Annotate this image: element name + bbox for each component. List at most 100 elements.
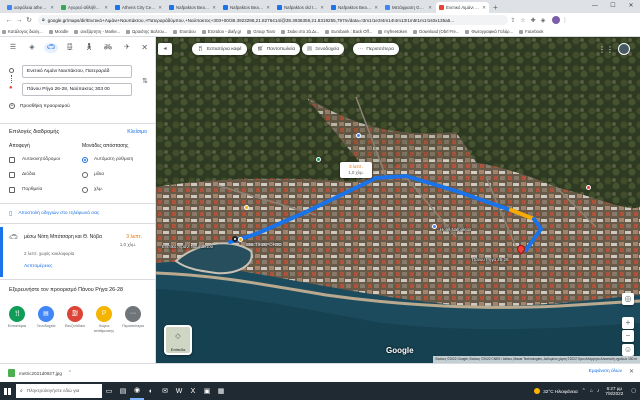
map-canvas[interactable]: ◂ 🍴︎ Εστιατόρια καφέ 🛒︎ Παντοπωλεία ▤ Ξενοδοχ… xyxy=(156,37,640,363)
flight-mode-icon[interactable]: ✈ xyxy=(120,43,134,53)
url-input[interactable]: 🔒︎ google.gr/maps/dir/Ενετικό+Λιμάνι+Ναυ… xyxy=(38,15,508,25)
bookmark-star-icon[interactable]: ☆ xyxy=(518,17,528,24)
word-icon[interactable]: W xyxy=(172,382,186,400)
bookmark-item[interactable]: Ετοιτάου xyxy=(173,29,196,34)
explore-category-fuel[interactable]: ⛽︎ Βενζινάδικα xyxy=(62,306,88,329)
close-tab-icon[interactable]: ✕ xyxy=(104,5,108,11)
maximize-icon[interactable]: ☐ xyxy=(604,0,622,13)
browser-tab[interactable]: Athens City Center ✕ xyxy=(112,2,165,13)
back-icon[interactable]: ← xyxy=(4,17,14,24)
map-chip-more[interactable]: ⋯ Περισσότερα xyxy=(353,43,399,55)
share-icon[interactable]: ⇪ xyxy=(508,17,518,24)
close-icon[interactable]: ✕ xyxy=(141,43,148,52)
collapse-panel-button[interactable]: ◂ xyxy=(158,43,172,55)
bookmark-item[interactable]: Ετοιτάου - diafy.gr xyxy=(201,29,241,34)
browser-menu-icon[interactable]: ⋮ xyxy=(560,17,570,24)
close-tab-icon[interactable]: ✕ xyxy=(428,5,432,11)
destination-map-label[interactable]: Πάνου Ρήγα 26-28 xyxy=(472,257,509,262)
browser-tab[interactable]: Nafpaktos Beach lo✕ xyxy=(166,2,219,13)
avoid-highways-checkbox[interactable] xyxy=(9,157,15,163)
mail-icon[interactable]: ✉ xyxy=(158,382,172,400)
origin-map-label[interactable]: Ενετικό Λιμάνι Ναυπάκτου xyxy=(162,244,213,249)
bookmark-item[interactable]: Facebook xyxy=(519,29,543,34)
close-tab-icon[interactable]: ✕ xyxy=(266,5,270,11)
profile-avatar[interactable] xyxy=(552,16,560,24)
google-apps-icon[interactable]: ⋮⋮ xyxy=(598,45,614,54)
walk-mode-icon[interactable]: 🚶︎ xyxy=(82,43,96,53)
best-mode-icon[interactable]: ◈ xyxy=(25,43,39,53)
transit-mode-icon[interactable]: 🚆︎ xyxy=(63,43,77,53)
hotel-map-label[interactable]: Hotel Nafpaktos xyxy=(440,227,471,232)
street-view-pegman-icon[interactable]: ☺ xyxy=(622,344,634,356)
close-tab-icon[interactable]: ✕ xyxy=(374,5,378,11)
units-km-radio[interactable] xyxy=(82,187,88,193)
browser-tab[interactable]: Ενετικό Λιμάνι Ναυπ✕ xyxy=(436,2,489,13)
bookmark-item[interactable]: Σκάκι στο 2ά.Δι... xyxy=(281,29,319,34)
origin-input[interactable]: Ενετικό Λιμάνι Ναυπάκτου, Πατεραράδ xyxy=(22,65,132,78)
chevron-up-icon[interactable]: ⌃ xyxy=(582,388,586,394)
explore-category-fork-knife[interactable]: 🍴︎ Εστιατόρια xyxy=(4,306,30,329)
browser-tab[interactable]: Nafpaktos Beach lo✕ xyxy=(220,2,273,13)
reload-icon[interactable]: ↻ xyxy=(24,16,34,24)
bookmark-item[interactable]: Group Tiaro xyxy=(247,29,275,34)
close-tab-icon[interactable]: ✕ xyxy=(482,5,486,11)
avoid-tolls-checkbox[interactable] xyxy=(9,172,15,178)
browser-tab[interactable]: Nafpaktos Beach lo✕ xyxy=(328,2,381,13)
task-view-icon[interactable]: ▭ xyxy=(102,382,116,400)
close-tab-icon[interactable]: ✕ xyxy=(158,5,162,11)
forward-icon[interactable]: → xyxy=(14,17,24,24)
browser-tab[interactable]: Nafpaktos old town ✕ xyxy=(274,2,327,13)
bookmark-item[interactable]: Κατάλογος διαύγ... xyxy=(2,29,43,34)
store-icon[interactable]: ▦ xyxy=(214,382,228,400)
bike-mode-icon[interactable]: 🚲︎ xyxy=(101,43,115,53)
volume-icon[interactable]: ♪ xyxy=(597,388,600,394)
chevron-up-icon[interactable]: ⌃ xyxy=(68,370,72,376)
bookmark-item[interactable]: Download (Obrl Fre... xyxy=(413,29,459,34)
close-window-icon[interactable]: ✕ xyxy=(622,0,640,13)
send-to-phone-link[interactable]: ▯ Αποστολή οδηγιών στο τηλέφωνό σας xyxy=(9,210,99,217)
poi-marker[interactable] xyxy=(432,224,437,229)
units-auto-radio[interactable] xyxy=(82,157,88,163)
swap-icon[interactable]: ⇅ xyxy=(142,77,148,85)
poi-marker[interactable] xyxy=(316,157,321,162)
poi-marker[interactable] xyxy=(356,133,361,138)
zoom-out-button[interactable]: − xyxy=(622,330,634,342)
bookmark-item[interactable]: ανεξάρτητη - Marke... xyxy=(74,29,120,34)
start-button[interactable] xyxy=(0,382,14,400)
chrome-icon[interactable]: ◉ xyxy=(130,382,144,400)
add-destination-button[interactable]: + Προσθήκη προορισμού xyxy=(9,103,70,109)
bookmark-item[interactable]: myfreetoken xyxy=(378,29,407,34)
menu-icon[interactable]: ☰ xyxy=(6,43,20,53)
explore-category-more[interactable]: ⋯ Περισσότερα xyxy=(120,306,146,329)
browser-tab[interactable]: Μετάφραση Google✕ xyxy=(382,2,435,13)
porto-map-label[interactable]: ΕΝΕΤΙΚΟ PORTO xyxy=(246,242,282,247)
account-avatar[interactable] xyxy=(618,43,630,55)
route-option-card[interactable]: 🚗︎ μέσω Νότη Μπότσαρη και Θ. Νόβα 3 λεπτ… xyxy=(0,227,155,277)
taskbar-search[interactable]: ⌕ Πληκτρολογήστε εδώ για xyxy=(16,384,102,398)
my-location-icon[interactable]: ◎ xyxy=(622,293,634,305)
minimize-icon[interactable]: — xyxy=(586,0,604,13)
units-miles-radio[interactable] xyxy=(82,172,88,178)
close-tab-icon[interactable]: ✕ xyxy=(212,5,216,11)
avoid-ferries-checkbox[interactable] xyxy=(9,187,15,193)
zoom-in-button[interactable]: + xyxy=(622,317,634,329)
lock-icon[interactable]: 🔒︎ xyxy=(42,17,45,23)
map-chip-cart[interactable]: 🛒︎ Παντοπωλεία xyxy=(252,43,301,55)
new-tab-button[interactable]: + xyxy=(493,2,498,13)
explore-category-parking[interactable]: P Χώροι στάθμευσης xyxy=(91,306,117,333)
poi-marker[interactable] xyxy=(586,185,591,190)
map-chip-fork[interactable]: 🍴︎ Εστιατόρια καφέ xyxy=(192,43,247,55)
photos-icon[interactable]: ▣ xyxy=(200,382,214,400)
show-all-downloads-link[interactable]: Εμφάνιση όλων xyxy=(589,369,622,374)
bookmark-item[interactable]: Eurobank : Back Off... xyxy=(325,29,372,34)
close-tab-icon[interactable]: ✕ xyxy=(320,5,324,11)
network-icon[interactable]: ⌂ xyxy=(590,388,593,394)
map-chip-bed[interactable]: ▤ Ξενοδοχεία xyxy=(302,43,345,55)
poi-marker[interactable] xyxy=(244,205,249,210)
bookmark-item[interactable]: Ωραιότης Βαλτου... xyxy=(126,29,167,34)
excel-icon[interactable]: X xyxy=(186,382,200,400)
extensions-puzzle-icon[interactable]: ◈ xyxy=(538,17,548,24)
close-downloads-icon[interactable]: ✕ xyxy=(629,368,634,375)
weather-text[interactable]: 32°C Ηλιοφάνεια xyxy=(543,389,577,394)
browser-tab[interactable]: ασφάλεια athens sc✕ xyxy=(4,2,57,13)
